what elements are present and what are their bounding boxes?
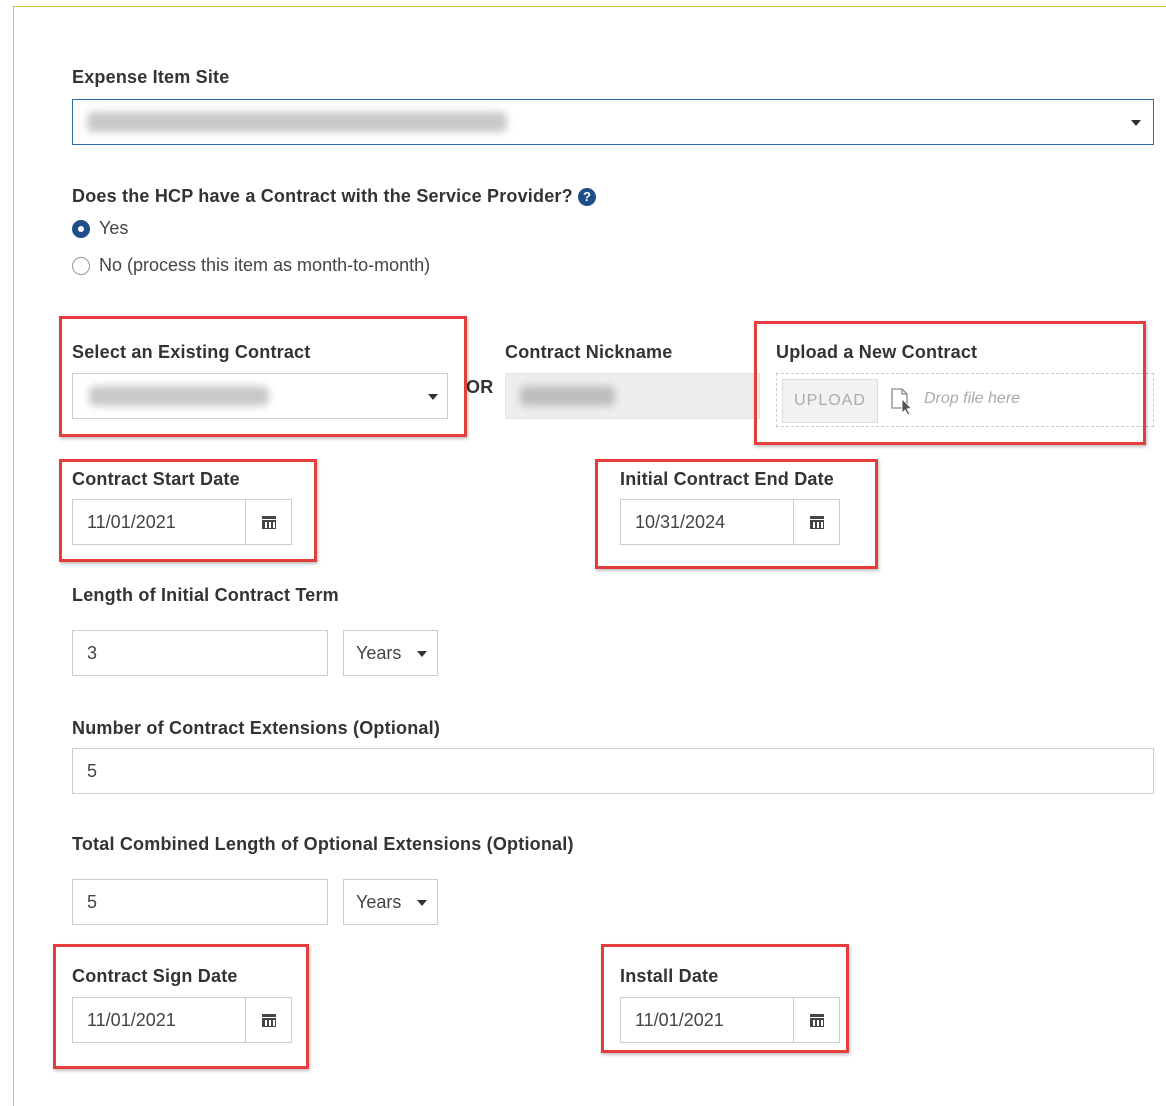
expense-site-label: Expense Item Site — [72, 67, 230, 87]
highlight-existing-contract — [59, 316, 467, 437]
term-unit-value: Years — [356, 642, 402, 663]
ext-length-input[interactable]: 5 — [72, 879, 328, 925]
radio-yes[interactable] — [72, 220, 90, 238]
question-circle-icon[interactable]: ? — [578, 188, 597, 206]
ext-length-label: Total Combined Length of Optional Extens… — [72, 834, 574, 854]
highlight-install-date — [601, 944, 849, 1053]
radio-no-label: No (process this item as month-to-month) — [99, 255, 431, 275]
extensions-input[interactable]: 5 — [72, 748, 1154, 794]
highlight-end-date — [595, 459, 878, 569]
redacted-value — [87, 112, 507, 132]
radio-no[interactable] — [72, 257, 90, 275]
term-input[interactable]: 3 — [72, 630, 328, 676]
nickname-label: Contract Nickname — [505, 342, 673, 362]
contract-question-text: Does the HCP have a Contract with the Se… — [72, 186, 573, 206]
radio-yes-label: Yes — [99, 218, 129, 238]
expense-site-select[interactable] — [72, 99, 1154, 145]
nickname-input[interactable] — [505, 373, 760, 419]
highlight-start-date — [59, 459, 317, 562]
redacted-value — [520, 386, 615, 406]
chevron-down-icon — [1131, 120, 1141, 126]
ext-length-unit-value: Years — [356, 891, 402, 912]
or-separator: OR — [466, 377, 494, 397]
highlight-upload-contract — [754, 321, 1146, 445]
chevron-down-icon — [417, 651, 427, 657]
chevron-down-icon — [417, 900, 427, 906]
term-label: Length of Initial Contract Term — [72, 585, 339, 605]
highlight-sign-date — [53, 944, 309, 1069]
extensions-label: Number of Contract Extensions (Optional) — [72, 718, 441, 738]
contract-question-label: Does the HCP have a Contract with the Se… — [72, 186, 597, 207]
